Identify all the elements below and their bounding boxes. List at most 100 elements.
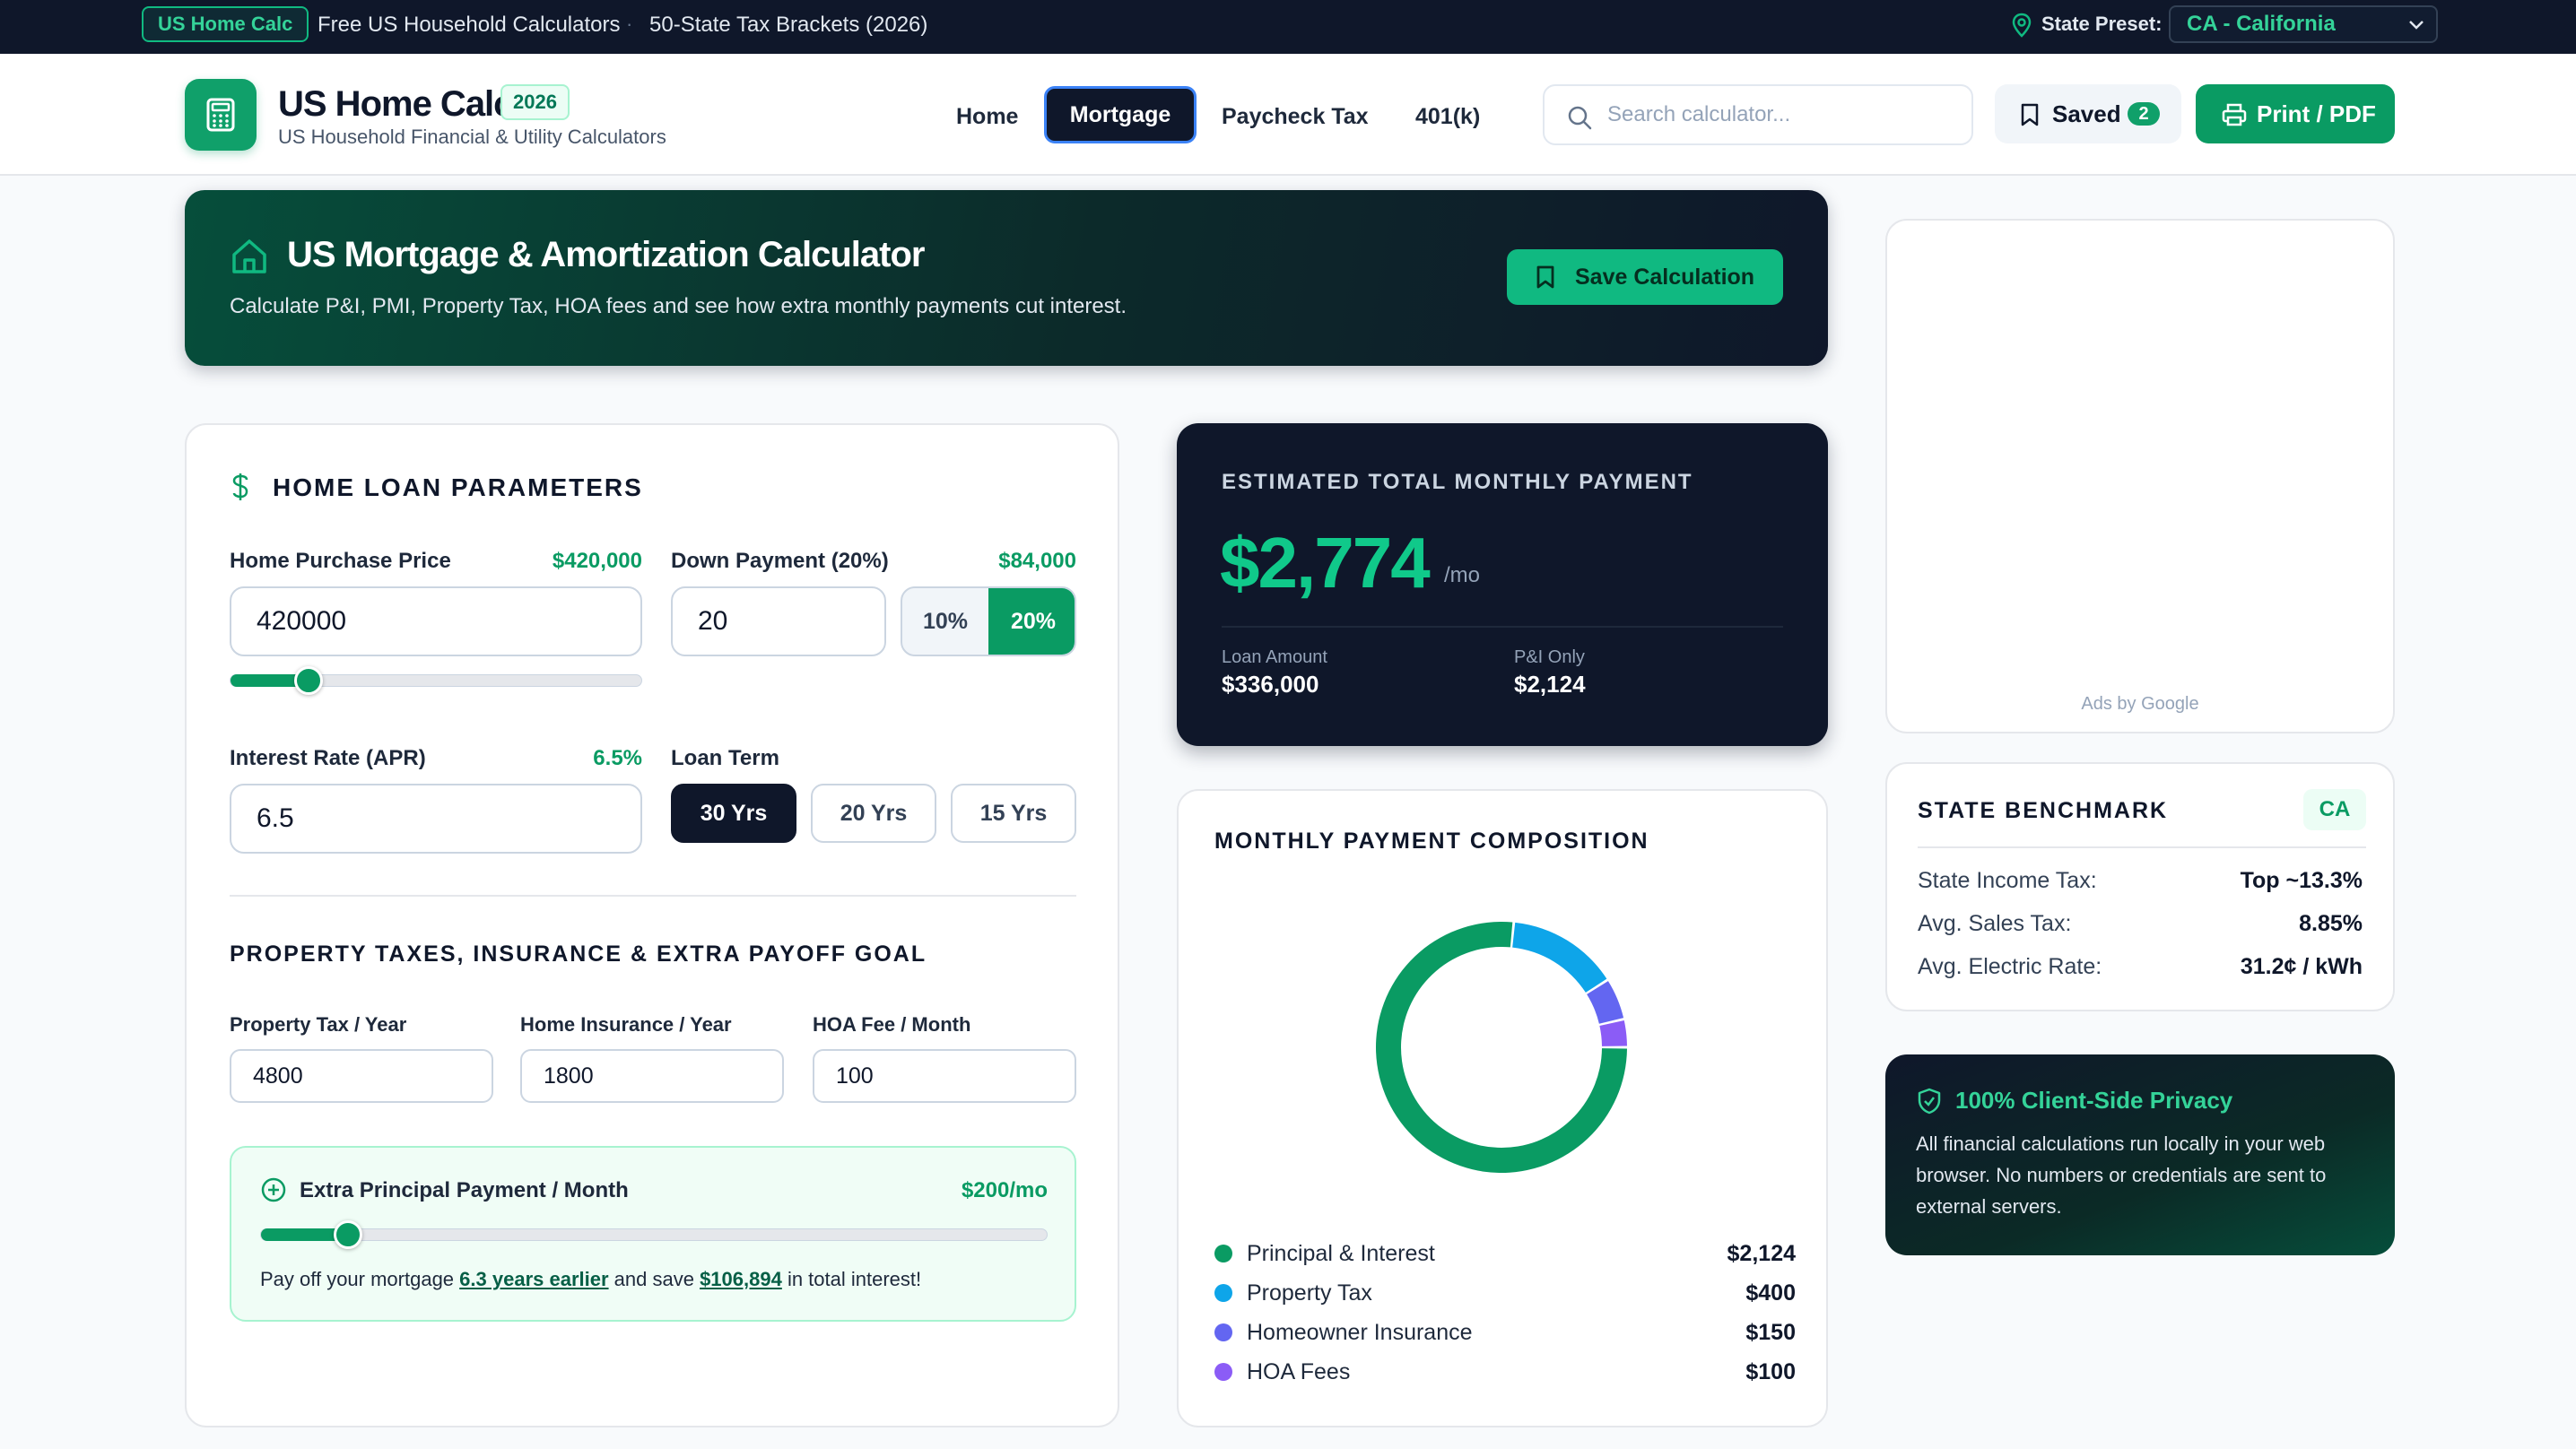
- state-code-badge: CA: [2303, 789, 2366, 830]
- term-30-option[interactable]: 30 Yrs: [671, 784, 796, 843]
- ads-by-google-label: Ads by Google: [2081, 694, 2199, 714]
- nav-paycheck-tax[interactable]: Paycheck Tax: [1222, 104, 1369, 130]
- total-payment-card: ESTIMATED TOTAL MONTHLY PAYMENT $2,774 /…: [1177, 423, 1828, 746]
- bookmark-icon: [1536, 265, 1554, 289]
- printer-icon: [2222, 103, 2247, 126]
- down-payment-input[interactable]: 20: [671, 586, 886, 656]
- tax-brackets-link[interactable]: 50-State Tax Brackets (2026): [649, 13, 927, 38]
- nav-401k[interactable]: 401(k): [1415, 104, 1480, 130]
- nav-home[interactable]: Home: [956, 104, 1018, 130]
- saved-button[interactable]: Saved 2: [1995, 84, 2181, 143]
- pi-only-label: P&I Only: [1514, 647, 1585, 667]
- down-10-option[interactable]: 10%: [902, 588, 988, 655]
- down-payment-display: $84,000: [998, 549, 1076, 573]
- down-20-option[interactable]: 20%: [988, 588, 1075, 655]
- extra-slider-thumb[interactable]: [334, 1220, 362, 1249]
- print-pdf-button[interactable]: Print / PDF: [2196, 84, 2395, 143]
- pi-only-value: $2,124: [1514, 671, 1586, 698]
- payment-donut-chart: [1376, 922, 1627, 1173]
- search-box[interactable]: [1543, 84, 1973, 145]
- home-insurance-label: Home Insurance / Year: [520, 1013, 732, 1036]
- nav-mortgage[interactable]: Mortgage: [1044, 86, 1197, 143]
- brand-name[interactable]: US Home Calc: [278, 84, 513, 125]
- price-slider-thumb[interactable]: [294, 666, 323, 695]
- benchmark-divider: [1918, 846, 2366, 848]
- composition-title: MONTHLY PAYMENT COMPOSITION: [1214, 829, 1649, 854]
- legend-amount: $150: [1745, 1320, 1796, 1345]
- legend-dot: [1214, 1323, 1232, 1341]
- price-slider[interactable]: [230, 666, 642, 695]
- page-title: US Mortgage & Amortization Calculator: [287, 235, 925, 274]
- home-insurance-input[interactable]: 1800: [520, 1049, 784, 1103]
- loan-parameters-card: HOME LOAN PARAMETERS Home Purchase Price…: [185, 423, 1119, 1427]
- legend-dot: [1214, 1284, 1232, 1302]
- state-preset-label: State Preset:: [2041, 13, 2163, 35]
- payoff-prefix: Pay off your mortgage: [260, 1268, 460, 1290]
- brand-subtitle: US Household Financial & Utility Calcula…: [278, 126, 666, 148]
- home-icon: [232, 239, 266, 273]
- shield-check-icon: [1918, 1088, 1941, 1115]
- total-divider: [1222, 626, 1783, 628]
- state-preset-select[interactable]: CA - California: [2169, 5, 2438, 43]
- plus-circle-icon: [261, 1177, 286, 1202]
- ad-slot[interactable]: Ads by Google: [1885, 219, 2395, 733]
- payoff-suffix: in total interest!: [781, 1268, 922, 1290]
- hoa-fee-input[interactable]: 100: [813, 1049, 1076, 1103]
- payoff-message: Pay off your mortgage 6.3 years earlier …: [260, 1268, 921, 1291]
- loan-parameters-title: HOME LOAN PARAMETERS: [273, 473, 643, 501]
- legend-label: Homeowner Insurance: [1247, 1320, 1473, 1345]
- extra-payment-panel: Extra Principal Payment / Month $200/mo …: [230, 1146, 1076, 1322]
- term-20-option[interactable]: 20 Yrs: [811, 784, 936, 843]
- legend-homeowner-insurance: Homeowner Insurance $150: [1214, 1315, 1796, 1350]
- search-icon: [1568, 106, 1592, 130]
- loan-amount-label: Loan Amount: [1222, 647, 1327, 667]
- price-input[interactable]: 420000: [230, 586, 642, 656]
- privacy-title: 100% Client-Side Privacy: [1955, 1087, 2233, 1114]
- save-calculation-button[interactable]: Save Calculation: [1507, 249, 1783, 305]
- benchmark-value: 31.2¢ / kWh: [2240, 954, 2363, 979]
- taxes-insurance-title: PROPERTY TAXES, INSURANCE & EXTRA PAYOFF…: [230, 941, 927, 967]
- benchmark-label: Avg. Electric Rate:: [1918, 954, 2102, 979]
- total-payment-caption: ESTIMATED TOTAL MONTHLY PAYMENT: [1222, 470, 1693, 494]
- interest-rate-input[interactable]: 6.5: [230, 784, 642, 854]
- extra-payment-slider[interactable]: [260, 1220, 1048, 1249]
- down-payment-toggle: 10% 20%: [901, 586, 1076, 656]
- interest-rate-label: Interest Rate (APR): [230, 746, 426, 770]
- search-input[interactable]: [1607, 99, 1948, 131]
- logo[interactable]: [185, 79, 257, 151]
- interest-rate-display: 6.5%: [593, 746, 642, 770]
- property-tax-input[interactable]: 4800: [230, 1049, 493, 1103]
- loan-amount-value: $336,000: [1222, 671, 1319, 698]
- legend-amount: $2,124: [1727, 1241, 1796, 1266]
- map-pin-icon: [2012, 13, 2032, 38]
- legend-label: HOA Fees: [1247, 1359, 1351, 1384]
- hero-banner: US Mortgage & Amortization Calculator Ca…: [185, 190, 1828, 366]
- calculator-icon: [206, 98, 235, 132]
- price-display: $420,000: [552, 549, 642, 573]
- saved-count-badge: 2: [2128, 102, 2160, 126]
- top-bar: US Home Calc Free US Household Calculato…: [0, 0, 2576, 54]
- interest-savings-value: $106,894: [700, 1268, 782, 1290]
- brand-badge[interactable]: US Home Calc: [142, 6, 309, 42]
- legend-label: Property Tax: [1247, 1280, 1372, 1306]
- extra-payment-display: $200/mo: [961, 1178, 1048, 1202]
- benchmark-value: 8.85%: [2299, 911, 2363, 936]
- slice-property-tax: [1512, 922, 1607, 993]
- calculators-link[interactable]: Free US Household Calculators: [318, 13, 621, 38]
- state-benchmark-card: STATE BENCHMARK CA State Income Tax: Top…: [1885, 762, 2395, 1011]
- separator: ·: [626, 13, 633, 35]
- legend-dot: [1214, 1363, 1232, 1381]
- saved-label: Saved: [2052, 100, 2121, 127]
- down-payment-label: Down Payment (20%): [671, 549, 889, 573]
- dollar-icon: [232, 473, 248, 500]
- hoa-fee-label: HOA Fee / Month: [813, 1013, 971, 1036]
- extra-payment-label: Extra Principal Payment / Month: [300, 1178, 629, 1202]
- years-earlier-value: 6.3 years earlier: [459, 1268, 609, 1290]
- section-divider: [230, 895, 1076, 897]
- legend-hoa-fees: HOA Fees $100: [1214, 1354, 1796, 1390]
- bookmark-icon: [2021, 103, 2039, 126]
- legend-label: Principal & Interest: [1247, 1241, 1435, 1266]
- benchmark-label: State Income Tax:: [1918, 868, 2097, 893]
- price-label: Home Purchase Price: [230, 549, 451, 573]
- term-15-option[interactable]: 15 Yrs: [951, 784, 1076, 843]
